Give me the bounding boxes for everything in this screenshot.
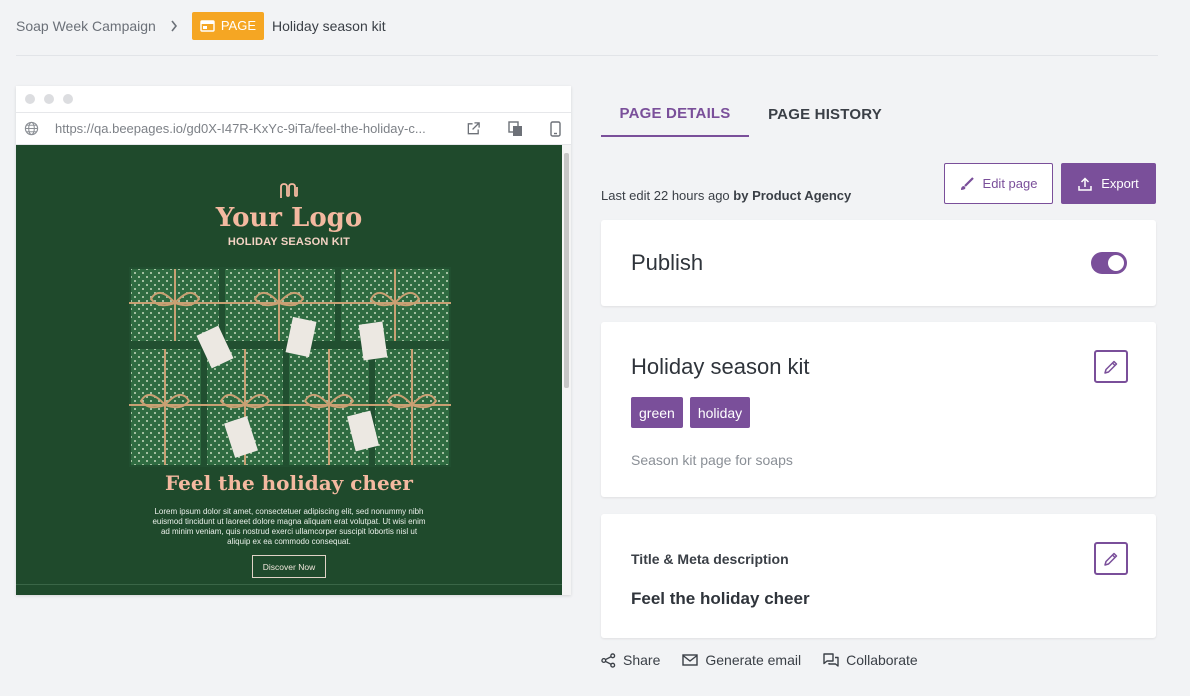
meta-title-value: Feel the holiday cheer <box>631 589 810 608</box>
external-link-icon[interactable] <box>466 121 481 136</box>
export-label: Export <box>1101 176 1139 191</box>
edit-meta-button[interactable] <box>1094 542 1128 575</box>
collaborate-button[interactable]: Collaborate <box>823 652 918 668</box>
last-edit-time: Last edit 22 hours ago <box>601 188 730 203</box>
generate-email-button[interactable]: Generate email <box>682 652 801 668</box>
window-controls <box>16 86 571 113</box>
site-logo-subtitle: HOLIDAY SEASON KIT <box>227 236 351 248</box>
breadcrumb-current: Holiday season kit <box>272 17 386 34</box>
publish-toggle[interactable] <box>1091 252 1127 274</box>
share-icon <box>601 652 616 668</box>
publish-card: Publish <box>601 220 1156 306</box>
publish-label: Publish <box>631 250 704 275</box>
meta-label: Title & Meta description <box>631 551 789 567</box>
tag-holiday[interactable]: holiday <box>689 397 751 428</box>
page-preview: https://qa.beepages.io/gd0X-I47R-KxYc-9i… <box>16 86 571 595</box>
tag-green[interactable]: green <box>631 397 683 428</box>
meta-card: Title & Meta description Feel the holida… <box>601 514 1156 638</box>
share-button[interactable]: Share <box>601 652 660 668</box>
toggle-knob <box>1108 255 1124 271</box>
page-info-card: Holiday season kit green holiday Season … <box>601 322 1156 497</box>
generate-email-label: Generate email <box>705 652 802 668</box>
header-divider <box>16 55 1158 56</box>
share-label: Share <box>623 652 661 668</box>
page-tags: green holiday <box>631 397 751 428</box>
page-tabs: PAGE DETAILS PAGE HISTORY <box>601 92 901 137</box>
page-url[interactable]: https://qa.beepages.io/gd0X-I47R-KxYc-9i… <box>55 121 437 136</box>
window-dot <box>63 94 73 104</box>
site-preview-content: Your Logo HOLIDAY SEASON KIT Feel the ho… <box>16 145 562 595</box>
gift-boxes-image <box>129 267 451 467</box>
tab-page-history[interactable]: PAGE HISTORY <box>749 92 901 137</box>
logo-mark-icon <box>280 183 300 204</box>
page-type-badge: PAGE <box>191 11 264 40</box>
breadcrumb: Soap Week Campaign PAGE Holiday season k… <box>16 11 386 40</box>
site-headline: Feel the holiday cheer <box>165 471 413 495</box>
chevron-right-icon <box>170 20 178 32</box>
site-divider <box>16 584 562 585</box>
site-body-text: Lorem ipsum dolor sit amet, consectetuer… <box>152 507 426 546</box>
page-title: Holiday season kit <box>631 354 810 379</box>
brush-icon <box>960 176 974 191</box>
site-cta-button[interactable]: Discover Now <box>252 555 326 578</box>
upload-icon <box>1078 176 1092 191</box>
edit-page-label: Edit page <box>982 176 1038 191</box>
site-logo-text: Your Logo <box>215 203 363 233</box>
tab-page-details[interactable]: PAGE DETAILS <box>601 92 749 137</box>
page-icon <box>200 19 215 32</box>
last-edit-info: Last edit 22 hours ago by Product Agency <box>601 188 851 203</box>
pencil-icon <box>1103 359 1119 375</box>
page-description: Season kit page for soaps <box>631 452 793 468</box>
mobile-icon[interactable] <box>550 120 561 137</box>
breadcrumb-campaign-link[interactable]: Soap Week Campaign <box>16 18 156 34</box>
scrollbar-thumb[interactable] <box>564 153 569 388</box>
edit-page-button[interactable]: Edit page <box>944 163 1053 204</box>
window-dot <box>25 94 35 104</box>
last-edit-author: by Product Agency <box>733 188 852 203</box>
globe-icon <box>24 121 39 136</box>
preview-scrollbar[interactable] <box>562 145 571 595</box>
collaborate-label: Collaborate <box>846 652 918 668</box>
edit-page-info-button[interactable] <box>1094 350 1128 383</box>
page-badge-label: PAGE <box>220 18 256 33</box>
mail-icon <box>682 654 699 666</box>
pencil-icon <box>1103 551 1119 567</box>
url-bar: https://qa.beepages.io/gd0X-I47R-KxYc-9i… <box>16 113 571 145</box>
copy-icon[interactable] <box>508 120 523 137</box>
footer-actions: Share Generate email Collaborate <box>601 652 918 668</box>
window-dot <box>44 94 54 104</box>
export-button[interactable]: Export <box>1061 163 1156 204</box>
chat-icon <box>823 652 839 668</box>
